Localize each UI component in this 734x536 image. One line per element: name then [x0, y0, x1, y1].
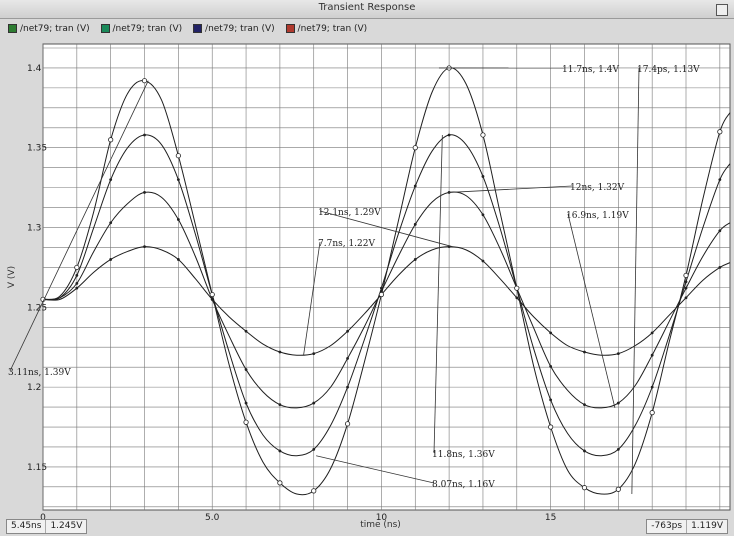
series-point-1 [278, 403, 282, 407]
series-point-2 [616, 447, 620, 451]
series-point-0 [143, 245, 146, 249]
series-point-2 [278, 449, 282, 453]
series-point-3 [581, 485, 588, 491]
cursor-right-value: 1.119V [691, 521, 723, 531]
series-point-3 [615, 486, 621, 492]
series-point-1 [109, 221, 113, 225]
series-point-0 [244, 329, 248, 333]
cursor-right-time: -763ps [647, 520, 688, 533]
cursor-readout-right: -763ps 1.119V [646, 519, 728, 534]
series-point-0 [312, 352, 316, 356]
series-point-1 [312, 401, 316, 405]
annotation-label: 8.07ns, 1.16V [432, 480, 495, 490]
series-point-1 [718, 229, 722, 233]
y-tick-label: 1.35 [27, 144, 47, 154]
series-point-0 [109, 258, 113, 261]
annotation-label: 12ns, 1.32V [570, 183, 625, 193]
series-point-1 [413, 222, 417, 226]
series-point-0 [481, 259, 485, 263]
series-point-0 [75, 286, 79, 290]
series-point-2 [312, 447, 316, 451]
series-point-2 [549, 398, 553, 402]
series-point-3 [311, 488, 317, 494]
series-point-3 [480, 132, 486, 138]
series-point-3 [649, 410, 655, 416]
series-point-1 [346, 356, 349, 360]
series-point-0 [684, 296, 688, 300]
series-point-3 [243, 419, 249, 425]
y-tick-label: 1.15 [27, 463, 47, 473]
y-tick-label: 1.2 [27, 383, 41, 393]
cursor-left-value: 1.245V [50, 521, 83, 531]
plot-area [42, 43, 731, 511]
series-point-3 [548, 424, 554, 430]
series-point-3 [717, 129, 723, 135]
x-tick-label: 15 [545, 513, 556, 523]
series-point-1 [650, 353, 654, 357]
series-point-1 [616, 401, 620, 405]
series-point-0 [346, 329, 349, 333]
series-point-0 [176, 258, 180, 261]
series-point-2 [718, 178, 722, 182]
series-point-0 [549, 331, 553, 335]
series-point-2 [244, 401, 248, 405]
series-point-3 [412, 145, 418, 151]
series-point-3 [514, 285, 520, 291]
series-point-1 [143, 191, 146, 194]
series-point-1 [244, 368, 248, 371]
series-point-2 [75, 274, 79, 277]
series-point-2 [143, 133, 146, 137]
waveform-window: Transient Response /net79; tran (V) /net… [0, 0, 734, 536]
series-point-3 [277, 480, 283, 486]
series-point-3 [378, 291, 385, 298]
series-point-0 [583, 350, 586, 354]
series-point-2 [650, 385, 654, 389]
annotation-label: 17.4ps, 1.13V [637, 65, 700, 75]
series-point-3 [141, 78, 148, 84]
y-tick-label: 1.4 [27, 64, 42, 74]
series-point-0 [650, 331, 654, 335]
y-tick-label: 1.3 [27, 224, 41, 234]
y-tick-label: 1.25 [27, 303, 47, 313]
series-point-0 [515, 296, 519, 300]
y-axis-label: V (V) [7, 266, 17, 288]
series-point-3 [344, 421, 351, 427]
waveform-plot[interactable]: 0 5.0 10 151.151.21.251.31.351.4time (ns)V … [0, 0, 734, 536]
annotation-label: 3.11ns, 1.39V [8, 368, 71, 378]
x-axis-label: time (ns) [360, 520, 401, 530]
annotation-label: 12.1ns, 1.29V [318, 208, 381, 218]
series-point-1 [549, 364, 553, 368]
x-tick-label: 5.0 [205, 513, 220, 523]
series-point-3 [74, 264, 80, 271]
series-point-3 [683, 272, 689, 279]
series-point-0 [616, 352, 620, 356]
series-point-3 [108, 137, 114, 143]
series-point-1 [583, 403, 586, 407]
series-point-0 [718, 266, 722, 269]
annotation-label: 11.7ns, 1.4V [562, 65, 619, 75]
series-point-1 [75, 281, 79, 285]
annotation-label: 7.7ns, 1.22V [318, 239, 375, 249]
annotation-label: 16.9ns, 1.19V [566, 211, 629, 221]
cursor-readout-left: 5.45ns 1.245V [6, 519, 88, 534]
series-point-2 [481, 175, 485, 178]
series-point-2 [413, 184, 417, 188]
series-point-2 [176, 178, 180, 182]
series-point-1 [176, 218, 180, 221]
series-point-3 [209, 291, 215, 298]
series-point-0 [413, 258, 417, 261]
series-point-2 [583, 449, 586, 453]
series-point-2 [447, 133, 451, 137]
series-point-3 [175, 153, 181, 159]
series-point-2 [346, 385, 349, 389]
series-point-1 [481, 213, 485, 217]
cursor-left-time: 5.45ns [7, 520, 47, 533]
series-point-1 [684, 286, 688, 290]
series-point-0 [278, 350, 282, 354]
series-point-2 [109, 178, 113, 182]
annotation-label: 11.8ns, 1.36V [432, 450, 495, 460]
